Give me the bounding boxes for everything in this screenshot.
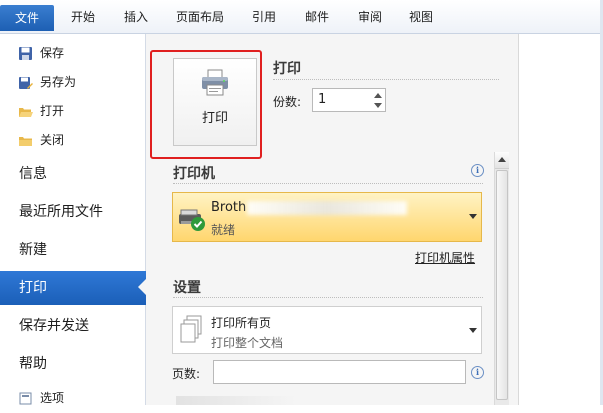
spin-down-arrow-icon[interactable] bbox=[374, 103, 382, 108]
print-range-dropdown[interactable]: 打印所有页 打印整个文档 bbox=[172, 306, 482, 354]
sidebar-item-new[interactable]: 新建 bbox=[0, 233, 146, 267]
print-preview-pane bbox=[518, 34, 603, 405]
sidebar-item-save-as[interactable]: 另存为 bbox=[18, 71, 76, 93]
pages-stack-icon bbox=[179, 315, 203, 349]
options-icon bbox=[18, 391, 33, 406]
printer-dropdown[interactable]: Broth 就绪 bbox=[172, 192, 482, 242]
sidebar-item-label: 关闭 bbox=[40, 133, 65, 147]
save-icon bbox=[18, 46, 33, 61]
tab-page-layout[interactable]: 页面布局 bbox=[167, 6, 233, 28]
printer-ready-icon bbox=[177, 206, 207, 236]
scroll-thumb[interactable] bbox=[496, 170, 508, 400]
sidebar-item-label: 另存为 bbox=[40, 75, 77, 89]
info-icon[interactable]: i bbox=[471, 366, 484, 379]
printer-properties-link[interactable]: 打印机属性 bbox=[415, 249, 475, 266]
sidebar-item-options[interactable]: 选项 bbox=[18, 387, 64, 409]
sidebar-item-label: 保存 bbox=[40, 46, 65, 60]
ribbon-tab-bar: 文件 开始 插入 页面布局 引用 邮件 审阅 视图 bbox=[0, 0, 603, 34]
save-as-icon bbox=[18, 75, 33, 90]
settings-scrollbar[interactable] bbox=[494, 152, 509, 405]
printer-name: Broth bbox=[211, 200, 247, 215]
sidebar-item-help[interactable]: 帮助 bbox=[0, 347, 146, 381]
sidebar-item-print[interactable]: 打印 bbox=[0, 271, 150, 305]
chevron-down-icon bbox=[469, 214, 477, 219]
sidebar-item-open[interactable]: 打开 bbox=[18, 100, 64, 122]
info-icon[interactable]: i bbox=[471, 164, 484, 177]
copies-stepper[interactable]: 1 bbox=[312, 88, 386, 112]
settings-section-title: 设置 bbox=[173, 280, 201, 296]
next-setting-row-partial bbox=[176, 396, 296, 405]
open-folder-icon bbox=[18, 104, 33, 119]
tab-home[interactable]: 开始 bbox=[62, 6, 104, 28]
print-button-highlight bbox=[150, 50, 262, 159]
sidebar-item-save-and-send[interactable]: 保存并发送 bbox=[0, 309, 146, 343]
sidebar-item-recent[interactable]: 最近所用文件 bbox=[0, 195, 146, 229]
settings-section-separator bbox=[173, 297, 483, 298]
sidebar-item-label: 选项 bbox=[40, 391, 65, 405]
tab-mailings[interactable]: 邮件 bbox=[296, 6, 338, 28]
close-folder-icon bbox=[18, 133, 33, 148]
print-section-separator bbox=[273, 79, 499, 80]
tab-view[interactable]: 视图 bbox=[400, 6, 442, 28]
sidebar-item-label: 打开 bbox=[40, 104, 65, 118]
printer-section-title: 打印机 bbox=[173, 166, 215, 182]
copies-label: 份数: bbox=[273, 95, 302, 109]
printer-status: 就绪 bbox=[211, 223, 236, 237]
pages-input[interactable] bbox=[213, 360, 466, 384]
tab-insert[interactable]: 插入 bbox=[115, 6, 157, 28]
printer-section-separator bbox=[173, 183, 483, 184]
sidebar-item-close[interactable]: 关闭 bbox=[18, 129, 64, 151]
spin-up-arrow-icon[interactable] bbox=[374, 93, 382, 98]
print-range-selected: 打印所有页 bbox=[211, 316, 272, 330]
sidebar-item-info[interactable]: 信息 bbox=[0, 157, 146, 191]
tab-references[interactable]: 引用 bbox=[243, 6, 285, 28]
sidebar-item-save[interactable]: 保存 bbox=[18, 42, 64, 64]
tab-file[interactable]: 文件 bbox=[0, 5, 54, 31]
scroll-up-arrow-icon[interactable] bbox=[495, 152, 509, 169]
active-item-pointer bbox=[138, 278, 147, 296]
tab-review[interactable]: 审阅 bbox=[349, 6, 391, 28]
print-section-title: 打印 bbox=[273, 61, 301, 77]
printer-name-redacted bbox=[247, 201, 407, 215]
chevron-down-icon bbox=[469, 328, 477, 333]
print-range-description: 打印整个文档 bbox=[211, 336, 284, 350]
copies-value: 1 bbox=[318, 92, 327, 107]
pages-label: 页数: bbox=[172, 367, 201, 381]
